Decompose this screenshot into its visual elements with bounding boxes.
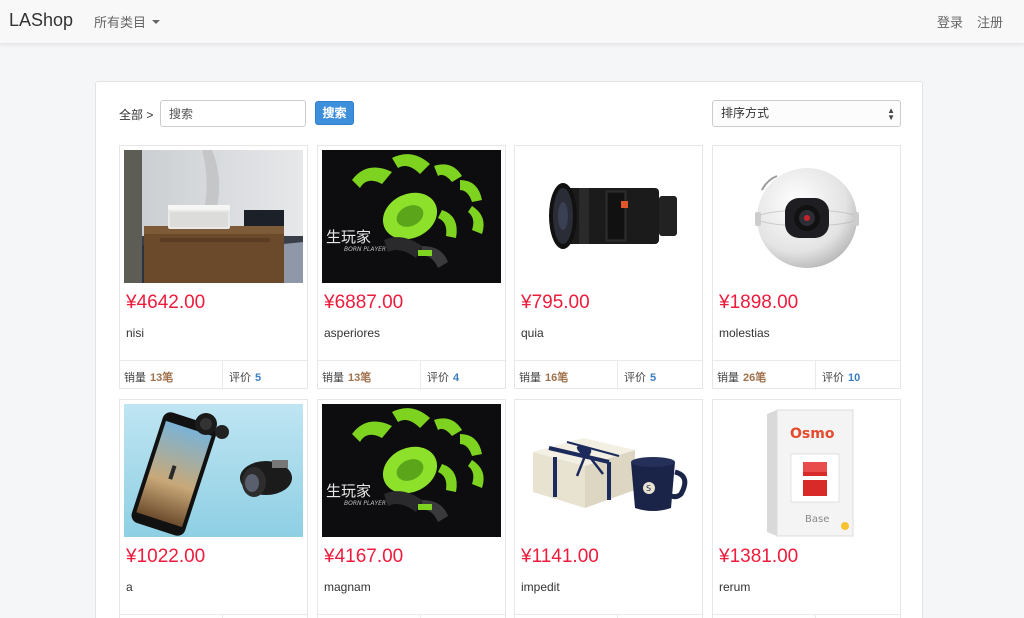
product-title[interactable]: a xyxy=(126,580,133,594)
product-price: ¥1022.00 xyxy=(126,546,206,567)
osmo-box-photo: Osmo Base xyxy=(717,404,896,537)
sales-value: 26笔 xyxy=(743,372,767,384)
osmo-brand-text: Osmo xyxy=(790,426,835,442)
reviews-label: 评价 xyxy=(822,372,844,384)
reviews-label: 评价 xyxy=(624,372,646,384)
sales-stat: 销量 16笔 xyxy=(515,361,618,390)
product-card[interactable]: S ¥1141.00 impedit xyxy=(514,399,703,618)
product-price: ¥1141.00 xyxy=(521,546,599,567)
product-price: ¥1898.00 xyxy=(719,292,799,313)
mouse-slogan: 生玩家 xyxy=(326,228,371,246)
sales-stat: 销量 13笔 xyxy=(120,361,223,390)
product-image[interactable]: 生玩家 BORN PLAYER xyxy=(322,404,501,537)
register-link[interactable]: 注册 xyxy=(977,12,1003,31)
gift-mug-photo: S xyxy=(519,404,698,537)
breadcrumb[interactable]: 全部 > xyxy=(119,106,153,123)
select-arrows-icon: ▲ ▼ xyxy=(887,106,895,122)
product-title[interactable]: magnam xyxy=(324,580,371,594)
search-button[interactable]: 搜索 xyxy=(315,101,354,125)
product-card[interactable]: ¥4642.00 nisi 销量 13笔 评价 5 xyxy=(119,145,308,390)
product-panel: 全部 > 搜索 排序方式 ▲▼ xyxy=(95,81,923,618)
category-dropdown[interactable]: 所有类目 xyxy=(94,12,161,31)
reviews-value: 10 xyxy=(848,372,861,384)
reviews-value: 5 xyxy=(255,372,262,384)
reviews-value: 4 xyxy=(453,372,460,384)
sales-stat: 销量 13笔 xyxy=(318,361,421,390)
product-title[interactable]: rerum xyxy=(719,580,750,594)
product-title[interactable]: molestias xyxy=(719,326,770,340)
mouse-slogan: 生玩家 xyxy=(326,482,371,500)
product-stats xyxy=(120,614,307,618)
reviews-stat: 评价 5 xyxy=(223,361,307,390)
product-stats: 销量 13笔 评价 4 xyxy=(318,360,505,390)
product-card[interactable]: ¥1022.00 a xyxy=(119,399,308,618)
product-title[interactable]: nisi xyxy=(126,326,144,340)
product-image[interactable]: S xyxy=(519,404,698,537)
svg-text:S: S xyxy=(646,484,651,493)
sales-label: 销量 xyxy=(124,372,146,384)
product-stats xyxy=(515,614,702,618)
product-card[interactable]: ¥795.00 quia 销量 16笔 评价 5 xyxy=(514,145,703,390)
product-price: ¥1381.00 xyxy=(719,546,799,567)
product-stats: 销量 16笔 评价 5 xyxy=(515,360,702,390)
product-image[interactable] xyxy=(124,150,303,283)
reviews-label: 评价 xyxy=(229,372,251,384)
sales-label: 销量 xyxy=(717,372,739,384)
product-card[interactable]: ¥1898.00 molestias 销量 26笔 评价 10 xyxy=(712,145,901,390)
sales-label: 销量 xyxy=(322,372,344,384)
phone-lens-photo xyxy=(124,404,303,537)
product-image[interactable] xyxy=(519,150,698,283)
reviews-stat: 评价 4 xyxy=(421,361,505,390)
product-price: ¥4642.00 xyxy=(126,292,206,313)
osmo-base-text: Base xyxy=(805,514,829,525)
product-card[interactable]: Osmo Base ¥1381.00 rerum xyxy=(712,399,901,618)
search-input[interactable] xyxy=(160,100,306,127)
product-stats: 销量 13笔 评价 5 xyxy=(120,360,307,390)
product-image[interactable] xyxy=(717,150,896,283)
product-image[interactable] xyxy=(124,404,303,537)
product-image[interactable]: 生玩家 BORN PLAYER xyxy=(322,150,501,283)
product-title[interactable]: impedit xyxy=(521,580,560,594)
camera-lens-photo xyxy=(519,150,698,283)
product-stats xyxy=(318,614,505,618)
reviews-label: 评价 xyxy=(427,372,449,384)
sales-value: 13笔 xyxy=(348,372,372,384)
speaker-photo xyxy=(124,150,303,283)
login-link[interactable]: 登录 xyxy=(937,12,963,31)
reviews-stat: 评价 5 xyxy=(618,361,702,390)
product-price: ¥4167.00 xyxy=(324,546,404,567)
caret-down-icon xyxy=(152,20,161,24)
product-image[interactable]: Osmo Base xyxy=(717,404,896,537)
360-camera-photo xyxy=(717,150,896,283)
navbar: LAShop 所有类目 登录 注册 xyxy=(0,0,1024,44)
sales-value: 13笔 xyxy=(150,372,174,384)
sort-select-label: 排序方式 xyxy=(721,106,770,120)
green-mouse-photo: 生玩家 BORN PLAYER xyxy=(322,404,501,537)
mouse-slogan-en: BORN PLAYER xyxy=(344,246,386,253)
product-stats: 销量 26笔 评价 10 xyxy=(713,360,900,390)
product-card[interactable]: 生玩家 BORN PLAYER ¥6887.00 asperiores 销量 13… xyxy=(317,145,506,390)
sales-value: 16笔 xyxy=(545,372,569,384)
product-price: ¥6887.00 xyxy=(324,292,404,313)
sales-label: 销量 xyxy=(519,372,541,384)
product-title[interactable]: quia xyxy=(521,326,544,340)
sales-stat: 销量 26笔 xyxy=(713,361,816,390)
category-dropdown-label: 所有类目 xyxy=(94,15,147,30)
reviews-stat: 评价 10 xyxy=(816,361,900,390)
mouse-slogan-en: BORN PLAYER xyxy=(344,500,386,507)
product-price: ¥795.00 xyxy=(521,292,590,313)
product-title[interactable]: asperiores xyxy=(324,326,380,340)
brand-logo[interactable]: LAShop xyxy=(9,10,73,31)
product-card[interactable]: 生玩家 BORN PLAYER ¥4167.00 magnam xyxy=(317,399,506,618)
reviews-value: 5 xyxy=(650,372,657,384)
green-mouse-photo: 生玩家 BORN PLAYER xyxy=(322,150,501,283)
product-stats xyxy=(713,614,900,618)
sort-select[interactable]: 排序方式 ▲ ▼ xyxy=(712,100,901,127)
